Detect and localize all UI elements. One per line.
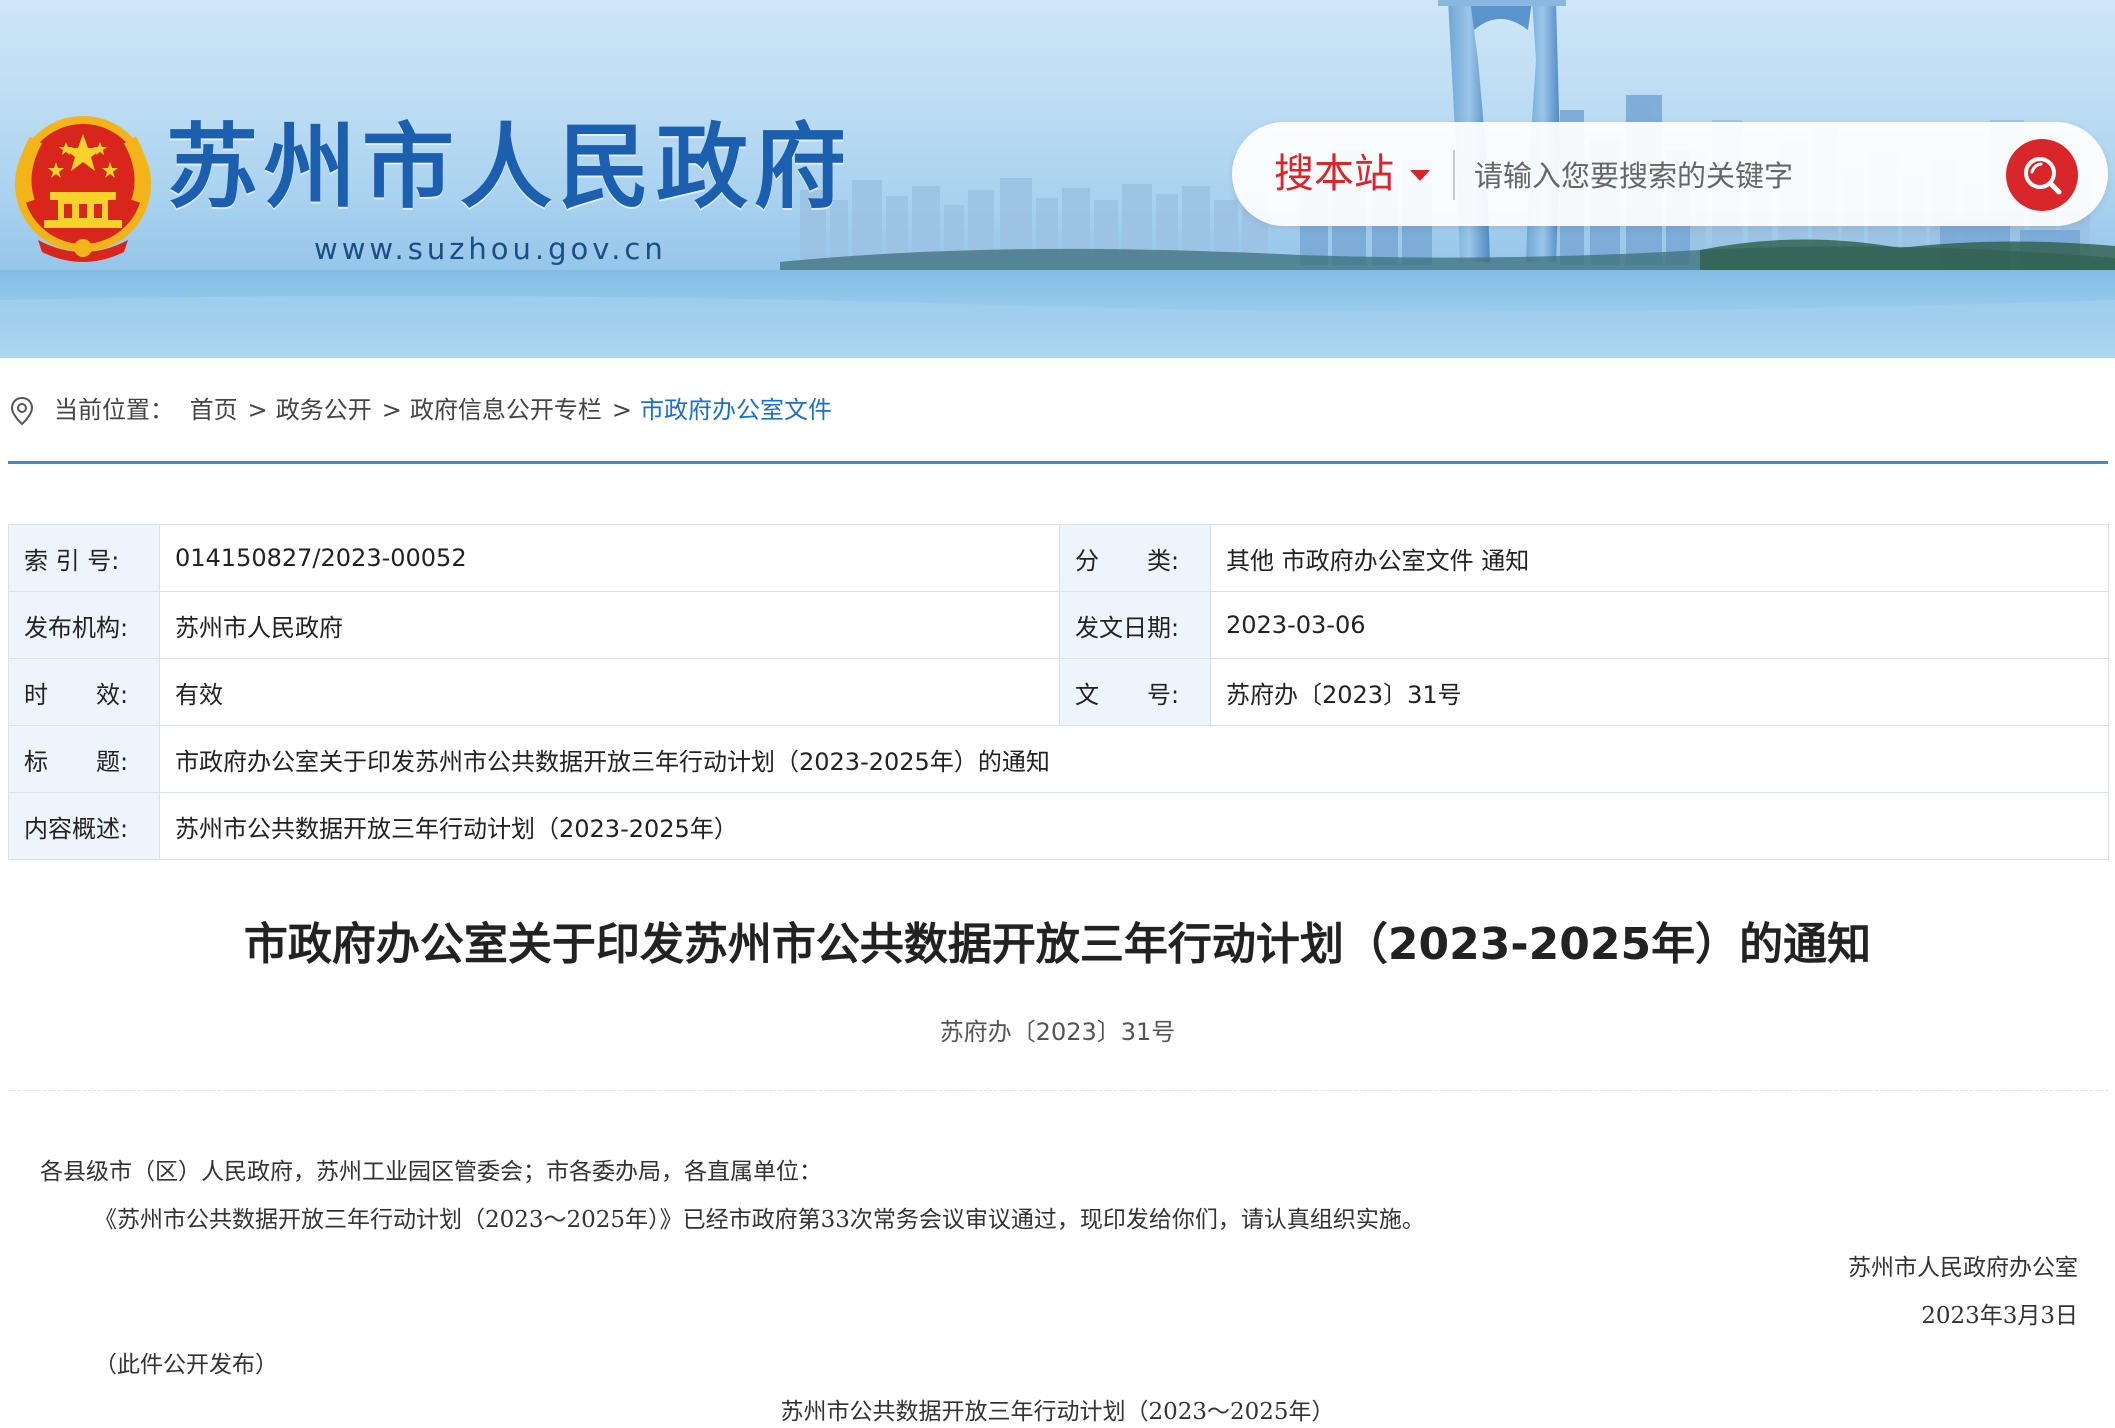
search-button[interactable] [2006, 139, 2078, 211]
article-date: 2023年3月3日 [1921, 1303, 2078, 1329]
breadcrumb-gov-affairs[interactable]: 政务公开 [276, 396, 372, 424]
article-body: 《苏州市公共数据开放三年行动计划（2023～2025年）》已经市政府第33次常务… [94, 1207, 1425, 1233]
search-bar: 搜本站 [1232, 122, 2108, 226]
attachment-title: 苏州市公共数据开放三年行动计划（2023～2025年） [780, 1399, 1335, 1425]
title-value: 市政府办公室关于印发苏州市公共数据开放三年行动计划（2023-2025年）的通知 [159, 725, 2109, 793]
article-divider [8, 1090, 2108, 1091]
table-row: 标 题: 市政府办公室关于印发苏州市公共数据开放三年行动计划（2023-2025… [8, 725, 2109, 793]
issue-date-value: 2023-03-06 [1210, 591, 2109, 659]
breadcrumb: 当前位置： 首页 > 政务公开 > 政府信息公开专栏 > 市政府办公室文件 [8, 390, 2108, 430]
title-label: 标 题: [8, 725, 160, 793]
breadcrumb-divider [8, 461, 2108, 464]
category-label: 分 类: [1059, 524, 1211, 592]
search-divider [1453, 150, 1455, 200]
index-no-label: 索 引 号: [8, 524, 160, 592]
location-pin-icon [10, 396, 34, 426]
issue-date-label: 发文日期: [1059, 591, 1211, 659]
search-icon[interactable] [2006, 139, 2078, 211]
site-url: www.suzhou.gov.cn [314, 232, 667, 266]
breadcrumb-separator: > [381, 396, 402, 424]
validity-value: 有效 [159, 658, 1060, 726]
index-no-value: 014150827/2023-00052 [159, 524, 1060, 592]
article-title: 市政府办公室关于印发苏州市公共数据开放三年行动计划（2023-2025年）的通知 [243, 919, 1872, 970]
article-addressee: 各县级市（区）人民政府，苏州工业园区管委会；市各委办局，各直属单位： [40, 1159, 822, 1185]
breadcrumb-separator: > [247, 396, 268, 424]
table-row: 发布机构: 苏州市人民政府 发文日期: 2023-03-06 [8, 591, 2109, 659]
validity-label: 时 效: [8, 658, 160, 726]
search-input[interactable] [1472, 148, 1976, 204]
breadcrumb-prefix: 当前位置： [54, 396, 174, 424]
publisher-value: 苏州市人民政府 [159, 591, 1060, 659]
header-banner: 苏州市人民政府 www.suzhou.gov.cn 搜本站 [0, 0, 2115, 358]
publisher-label: 发布机构: [8, 591, 160, 659]
doc-no-value: 苏府办〔2023〕31号 [1210, 658, 2109, 726]
article-publish-note: （此件公开发布） [94, 1352, 278, 1378]
breadcrumb-separator: > [611, 396, 632, 424]
breadcrumb-home[interactable]: 首页 [190, 396, 238, 424]
search-scope-dropdown[interactable]: 搜本站 [1274, 146, 1394, 202]
category-value: 其他 市政府办公室文件 通知 [1210, 524, 2109, 592]
table-row: 时 效: 有效 文 号: 苏府办〔2023〕31号 [8, 658, 2109, 726]
table-row: 内容概述: 苏州市公共数据开放三年行动计划（2023-2025年） [8, 792, 2109, 860]
article-doc-no: 苏府办〔2023〕31号 [939, 1018, 1176, 1046]
doc-no-label: 文 号: [1059, 658, 1211, 726]
summary-value: 苏州市公共数据开放三年行动计划（2023-2025年） [159, 792, 2109, 860]
breadcrumb-info-disclosure[interactable]: 政府信息公开专栏 [410, 396, 602, 424]
summary-label: 内容概述: [8, 792, 160, 860]
breadcrumb-current[interactable]: 市政府办公室文件 [640, 396, 832, 424]
document-info-table: 索 引 号: 014150827/2023-00052 分 类: 其他 市政府办… [8, 524, 2109, 860]
article-signature: 苏州市人民政府办公室 [1848, 1255, 2078, 1281]
site-title[interactable]: 苏州市人民政府 [166, 118, 852, 218]
table-row: 索 引 号: 014150827/2023-00052 分 类: 其他 市政府办… [8, 524, 2109, 592]
national-emblem-icon [15, 116, 151, 262]
caret-down-icon[interactable] [1410, 170, 1430, 181]
